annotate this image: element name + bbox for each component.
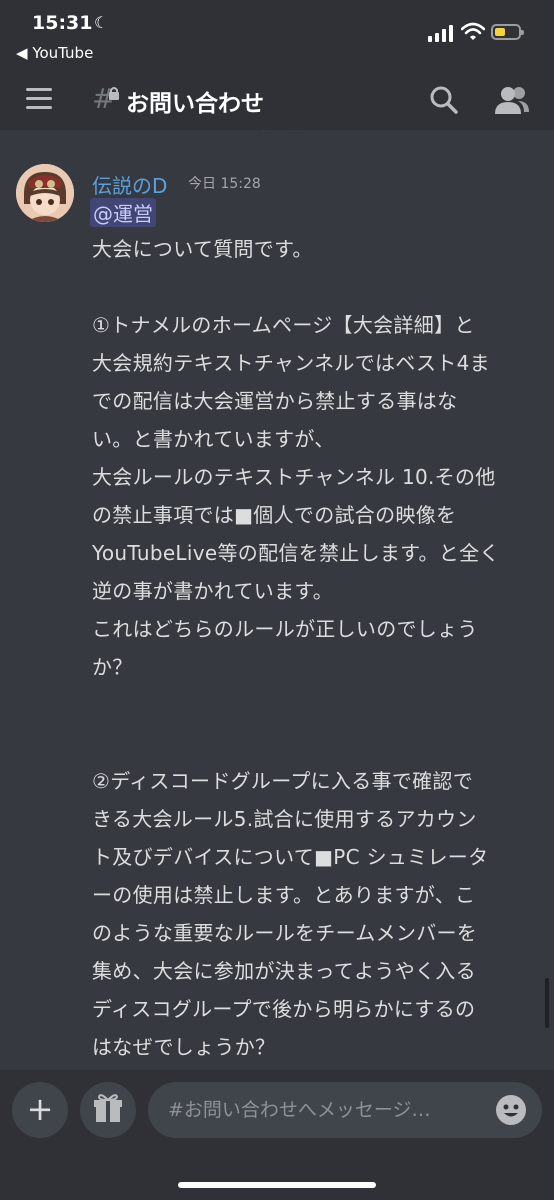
channel-header: # お問い合わせ xyxy=(0,68,554,130)
message-line: での配信は大会運営から禁止する事はな xyxy=(92,389,458,413)
message-line: はなぜでしょうか？ xyxy=(92,1035,276,1059)
message-line: ②ディスコードグループに入る事で確認で xyxy=(92,769,474,793)
plus-icon[interactable]: + xyxy=(12,1082,68,1138)
back-app-label: YouTube xyxy=(32,44,94,62)
top-bar: 15:31 ☾ ◀ YouTube # お問い合わせ xyxy=(0,0,554,130)
members-icon[interactable] xyxy=(494,84,530,116)
message-line: 逆の事が書かれています。 xyxy=(92,579,333,603)
message-composer: + xyxy=(0,1070,554,1200)
signal-icon xyxy=(428,24,454,42)
battery-icon xyxy=(491,24,524,40)
gift-icon[interactable] xyxy=(80,1082,136,1138)
message-line: 大会ルールのテキストチャンネル 10.その他 xyxy=(92,465,496,489)
wifi-icon xyxy=(461,22,485,40)
status-time: 15:31 xyxy=(32,12,93,34)
back-to-app-link[interactable]: ◀ YouTube xyxy=(16,44,93,62)
search-icon[interactable] xyxy=(428,84,460,116)
message-line: の禁止事項では■個人での試合の映像を xyxy=(92,503,457,527)
message-line: きる大会ルール5.試合に使用するアカウン xyxy=(92,807,477,831)
moon-icon: ☾ xyxy=(94,13,109,32)
message-timestamp: 今日 15:28 xyxy=(188,176,261,192)
message-body: 大会について質問です。 ①トナメルのホームページ【大会詳細】と 大会規約テキストチャ… xyxy=(92,230,532,1104)
home-indicator xyxy=(178,1182,376,1188)
message-line: 大会規約テキストチャンネルではベスト4ま xyxy=(92,351,490,375)
menu-icon[interactable] xyxy=(26,88,54,110)
message-line: これはどちらのルールが正しいのでしょう xyxy=(92,617,478,641)
author-name[interactable]: 伝説のD xyxy=(92,170,167,199)
emoji-icon[interactable] xyxy=(496,1095,526,1125)
message-line: ーの使用は禁止します。とありますが、こ xyxy=(92,883,476,907)
scrollbar-thumb[interactable] xyxy=(545,978,549,1028)
message-line: 集め、大会に参加が決まってようやく入る xyxy=(92,959,476,983)
message-line: YouTubeLive等の配信を禁止します。と全く xyxy=(92,541,500,565)
message-input[interactable] xyxy=(148,1082,542,1138)
message-line: か？ xyxy=(92,655,133,679)
message-line xyxy=(92,686,532,724)
lock-icon xyxy=(108,86,120,103)
message-line xyxy=(92,268,532,306)
channel-title: お問い合わせ xyxy=(126,91,264,117)
message-line: のような重要なルールをチームメンバーを xyxy=(92,921,478,945)
status-bar: 15:31 ☾ ◀ YouTube xyxy=(0,0,554,68)
message-line: 大会について質問です。 xyxy=(92,237,313,261)
message-line: い。と書かれていますが、 xyxy=(92,427,335,451)
message-line: ト及びデバイスについて■PC シュミレータ xyxy=(92,845,489,869)
message-line: ディスコグループで後から明らかにするの xyxy=(92,997,476,1021)
message-line: ①トナメルのホームページ【大会詳細】と xyxy=(92,313,475,337)
message-line xyxy=(92,724,532,762)
avatar[interactable] xyxy=(16,164,74,222)
mention-tag[interactable]: @運営 xyxy=(90,198,156,227)
